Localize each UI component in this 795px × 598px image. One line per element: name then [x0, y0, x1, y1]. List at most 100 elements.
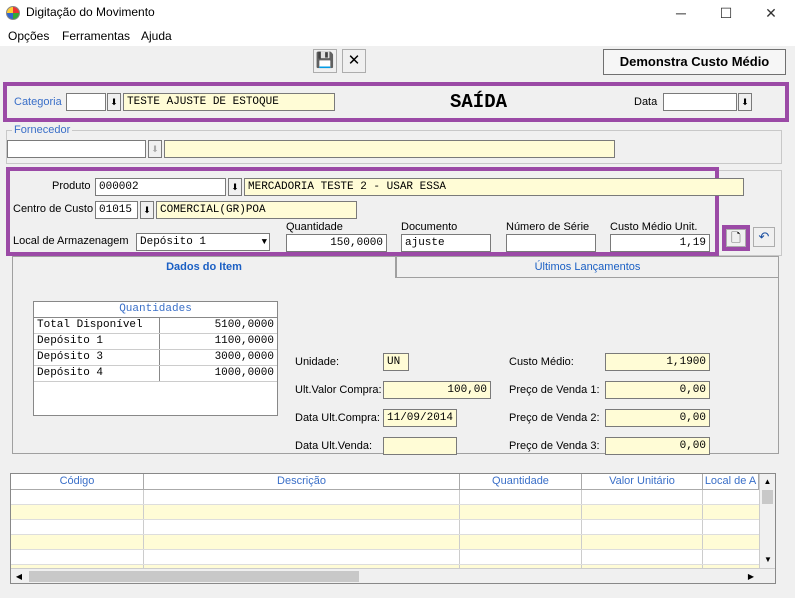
demonstra-custo-medio-button[interactable]: Demonstra Custo Médio	[603, 49, 786, 75]
qty-row-value: 1100,0000	[214, 335, 274, 347]
undo-icon[interactable]: ↶	[753, 227, 775, 247]
ult-valor-compra-label: Ult.Valor Compra:	[295, 384, 382, 396]
fornecedor-dropdown-icon[interactable]: ⬇	[148, 140, 162, 158]
table-row[interactable]	[11, 520, 775, 535]
tab-dados-do-item[interactable]: Dados do Item	[12, 256, 396, 280]
table-row[interactable]	[11, 535, 775, 550]
preco-venda-3-label: Preço de Venda 3:	[509, 440, 600, 452]
scroll-right-icon[interactable]: ▶	[743, 569, 759, 584]
local-armazenagem-label: Local de Armazenagem	[13, 235, 129, 247]
preco-venda-2-field: 0,00	[605, 409, 710, 427]
table-row: Depósito 1 1100,0000	[34, 334, 277, 350]
qty-row-label: Depósito 3	[34, 350, 160, 365]
tab-dados-label: Dados do Item	[166, 261, 242, 273]
new-document-icon[interactable]: 🗋	[726, 229, 746, 247]
centro-custo-desc-field: COMERCIAL(GR)POA	[156, 201, 357, 219]
data-input[interactable]	[663, 93, 737, 111]
scroll-thumb[interactable]	[762, 490, 773, 504]
items-grid[interactable]: Código Descrição Quantidade Valor Unitár…	[10, 473, 776, 584]
tab-ultimos-lancamentos[interactable]: Últimos Lançamentos	[396, 256, 779, 278]
title-bar: Digitação do Movimento ─ ☐ ✕	[0, 0, 795, 27]
table-row[interactable]	[11, 550, 775, 565]
window-title: Digitação do Movimento	[26, 5, 155, 19]
local-armazenagem-select[interactable]: Depósito 1 ▼	[136, 233, 270, 251]
unidade-field: UN	[383, 353, 409, 371]
numero-serie-label: Número de Série	[506, 221, 590, 233]
categoria-desc-field: TESTE AJUSTE DE ESTOQUE	[123, 93, 335, 111]
menu-bar: Opções Ferramentas Ajuda	[0, 27, 795, 46]
produto-dropdown-icon[interactable]: ⬇	[228, 178, 242, 196]
col-quantidade[interactable]: Quantidade	[460, 474, 582, 489]
grid-header: Código Descrição Quantidade Valor Unitár…	[11, 474, 775, 490]
data-dropdown-icon[interactable]: ⬇	[738, 93, 752, 111]
scroll-up-icon[interactable]: ▲	[760, 474, 775, 490]
tab-panel-dados: Quantidades Total Disponível 5100,0000 D…	[12, 278, 779, 455]
qty-row-value: 3000,0000	[214, 351, 274, 363]
maximize-button[interactable]: ☐	[716, 4, 736, 22]
close-button[interactable]: ✕	[761, 4, 781, 22]
col-valor-unitario[interactable]: Valor Unitário	[582, 474, 703, 489]
table-row[interactable]	[11, 505, 775, 520]
fornecedor-code-input[interactable]	[7, 140, 146, 158]
preco-venda-1-label: Preço de Venda 1:	[509, 384, 600, 396]
local-armazenagem-value: Depósito 1	[140, 236, 207, 248]
documento-input[interactable]: ajuste	[401, 234, 491, 252]
tab-ultimos-label: Últimos Lançamentos	[534, 261, 641, 273]
new-item-highlight: 🗋	[722, 225, 750, 251]
data-label: Data	[634, 96, 658, 108]
categoria-dropdown-icon[interactable]: ⬇	[107, 93, 121, 111]
grid-horizontal-scrollbar[interactable]: ◀ ▶	[11, 568, 775, 583]
tipo-movimento-title: SAÍDA	[450, 91, 508, 113]
ult-valor-compra-field: 100,00	[383, 381, 491, 399]
documento-label: Documento	[401, 221, 458, 233]
fornecedor-label: Fornecedor	[12, 124, 73, 136]
categoria-label: Categoria	[14, 96, 62, 108]
col-local[interactable]: Local de A	[703, 474, 759, 489]
qty-row-label: Depósito 1	[34, 334, 160, 349]
scroll-down-icon[interactable]: ▼	[760, 552, 776, 568]
menu-ferramentas[interactable]: Ferramentas	[62, 29, 130, 43]
menu-opcoes[interactable]: Opções	[8, 29, 49, 43]
qty-row-value: 5100,0000	[214, 319, 274, 331]
numero-serie-input[interactable]	[506, 234, 596, 252]
data-ult-venda-label: Data Ult.Venda:	[295, 440, 373, 452]
col-descricao[interactable]: Descrição	[144, 474, 460, 489]
custo-medio-unit-label: Custo Médio Unit.	[610, 221, 698, 233]
quantidades-title: Quantidades	[34, 302, 277, 318]
cancel-icon[interactable]: ✕	[342, 49, 366, 73]
custo-medio-label: Custo Médio:	[509, 356, 574, 368]
qty-row-label: Depósito 4	[34, 366, 160, 381]
table-row: Total Disponível 5100,0000	[34, 318, 277, 334]
produto-code-input[interactable]: 000002	[95, 178, 226, 196]
table-row: Depósito 4 1000,0000	[34, 366, 277, 382]
table-row: Depósito 3 3000,0000	[34, 350, 277, 366]
app-icon	[6, 6, 20, 20]
client-area: 💾 ✕ Demonstra Custo Médio Categoria ⬇ TE…	[0, 46, 795, 598]
categoria-code-input[interactable]	[66, 93, 106, 111]
quantidade-input[interactable]: 150,0000	[286, 234, 387, 252]
save-icon[interactable]: 💾	[313, 49, 337, 73]
preco-venda-2-label: Preço de Venda 2:	[509, 412, 600, 424]
header-highlight: Categoria ⬇ TESTE AJUSTE DE ESTOQUE SAÍD…	[3, 82, 789, 122]
produto-desc-field: MERCADORIA TESTE 2 - USAR ESSA	[244, 178, 744, 196]
table-row[interactable]	[11, 490, 775, 505]
menu-ajuda[interactable]: Ajuda	[141, 29, 172, 43]
centro-custo-code-input[interactable]: 01015	[95, 201, 138, 219]
item-highlight: Produto 000002 ⬇ MERCADORIA TESTE 2 - US…	[6, 167, 744, 256]
custo-medio-field: 1,1900	[605, 353, 710, 371]
h-scroll-thumb[interactable]	[29, 571, 359, 582]
produto-label: Produto	[52, 180, 91, 192]
grid-vertical-scrollbar[interactable]: ▲ ▼	[759, 474, 775, 568]
scroll-left-icon[interactable]: ◀	[11, 569, 27, 584]
data-ult-compra-label: Data Ult.Compra:	[295, 412, 380, 424]
centro-custo-dropdown-icon[interactable]: ⬇	[140, 201, 154, 219]
centro-custo-label: Centro de Custo	[13, 203, 94, 215]
chevron-down-icon: ▼	[261, 237, 267, 247]
qty-row-value: 1000,0000	[214, 367, 274, 379]
col-codigo[interactable]: Código	[11, 474, 144, 489]
custo-medio-unit-input[interactable]: 1,19	[610, 234, 710, 252]
qty-row-label: Total Disponível	[34, 318, 160, 333]
minimize-button[interactable]: ─	[671, 4, 691, 22]
preco-venda-1-field: 0,00	[605, 381, 710, 399]
data-ult-venda-field	[383, 437, 457, 455]
